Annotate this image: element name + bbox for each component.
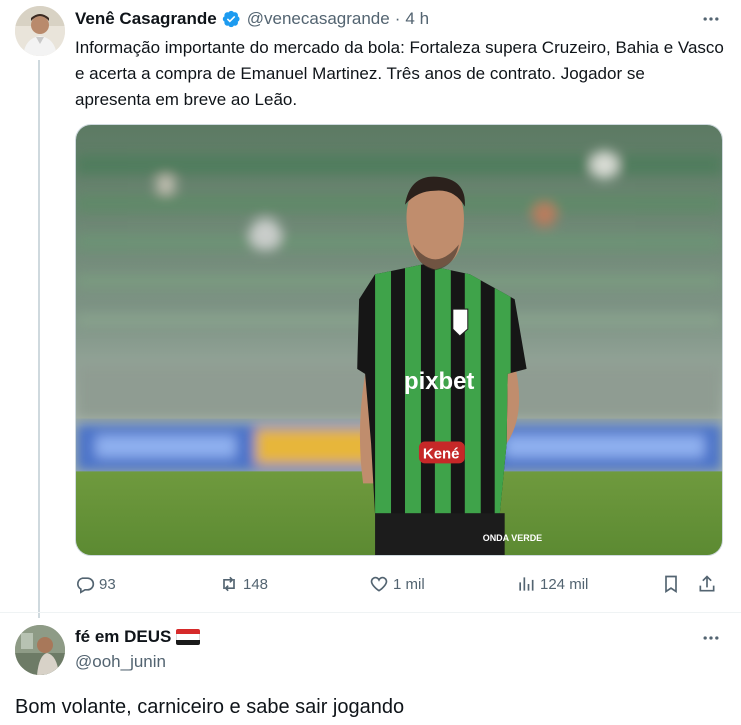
retweet-count: 148	[243, 575, 269, 593]
bookmark-button[interactable]	[661, 570, 685, 598]
verified-badge-icon	[221, 9, 241, 29]
author-avatar[interactable]	[15, 6, 65, 56]
flag-icon	[176, 629, 201, 645]
reply-more-options-icon[interactable]	[699, 628, 723, 648]
tweet-divider	[0, 612, 741, 613]
tweet-header: Venê Casagrande @venecasagrande · 4 h	[75, 8, 429, 30]
bookmark-icon	[665, 575, 677, 594]
retweet-icon	[223, 576, 235, 592]
tweet-timestamp[interactable]: 4 h	[405, 9, 429, 29]
reply-author-handle[interactable]: @ooh_junin	[75, 652, 166, 672]
reply-text: Bom volante, carniceiro e sabe sair joga…	[15, 696, 405, 718]
thread-connector-line	[38, 60, 40, 618]
belly-sponsor-text: Kené	[423, 445, 460, 462]
reply-button[interactable]: 93	[75, 570, 116, 598]
shorts-sponsor-text: ONDA VERDE	[483, 533, 542, 543]
views-chart-icon	[519, 577, 534, 591]
views-count: 124 mil	[540, 575, 589, 593]
like-count: 1 mil	[393, 575, 425, 593]
tweet-actions: 93 148 1 mil 124 mil	[75, 570, 725, 598]
author-handle[interactable]: @venecasagrande	[247, 9, 390, 29]
tweet-media-photo[interactable]: pixbet Kené ONDA VERDE	[75, 124, 723, 556]
reply-icon	[77, 577, 95, 594]
more-options-icon[interactable]	[699, 9, 723, 29]
share-icon	[699, 575, 715, 592]
like-button[interactable]: 1 mil	[369, 570, 425, 598]
heart-icon	[370, 576, 388, 592]
author-name[interactable]: Venê Casagrande	[75, 9, 217, 29]
chest-sponsor-text: pixbet	[404, 368, 474, 395]
retweet-button[interactable]: 148	[219, 570, 268, 598]
separator-dot: ·	[394, 9, 401, 28]
views-button[interactable]: 124 mil	[516, 570, 588, 598]
reply-count: 93	[99, 575, 116, 593]
tweet[interactable]: Venê Casagrande @venecasagrande · 4 h In…	[0, 0, 741, 618]
reply-author-name-row: fé em DEUS	[75, 627, 201, 647]
tweet-text: Informação importante do mercado da bola…	[75, 38, 724, 109]
reply-author-avatar[interactable]	[15, 625, 65, 675]
reply-author-name[interactable]: fé em DEUS	[75, 627, 171, 647]
share-button[interactable]	[697, 570, 721, 598]
